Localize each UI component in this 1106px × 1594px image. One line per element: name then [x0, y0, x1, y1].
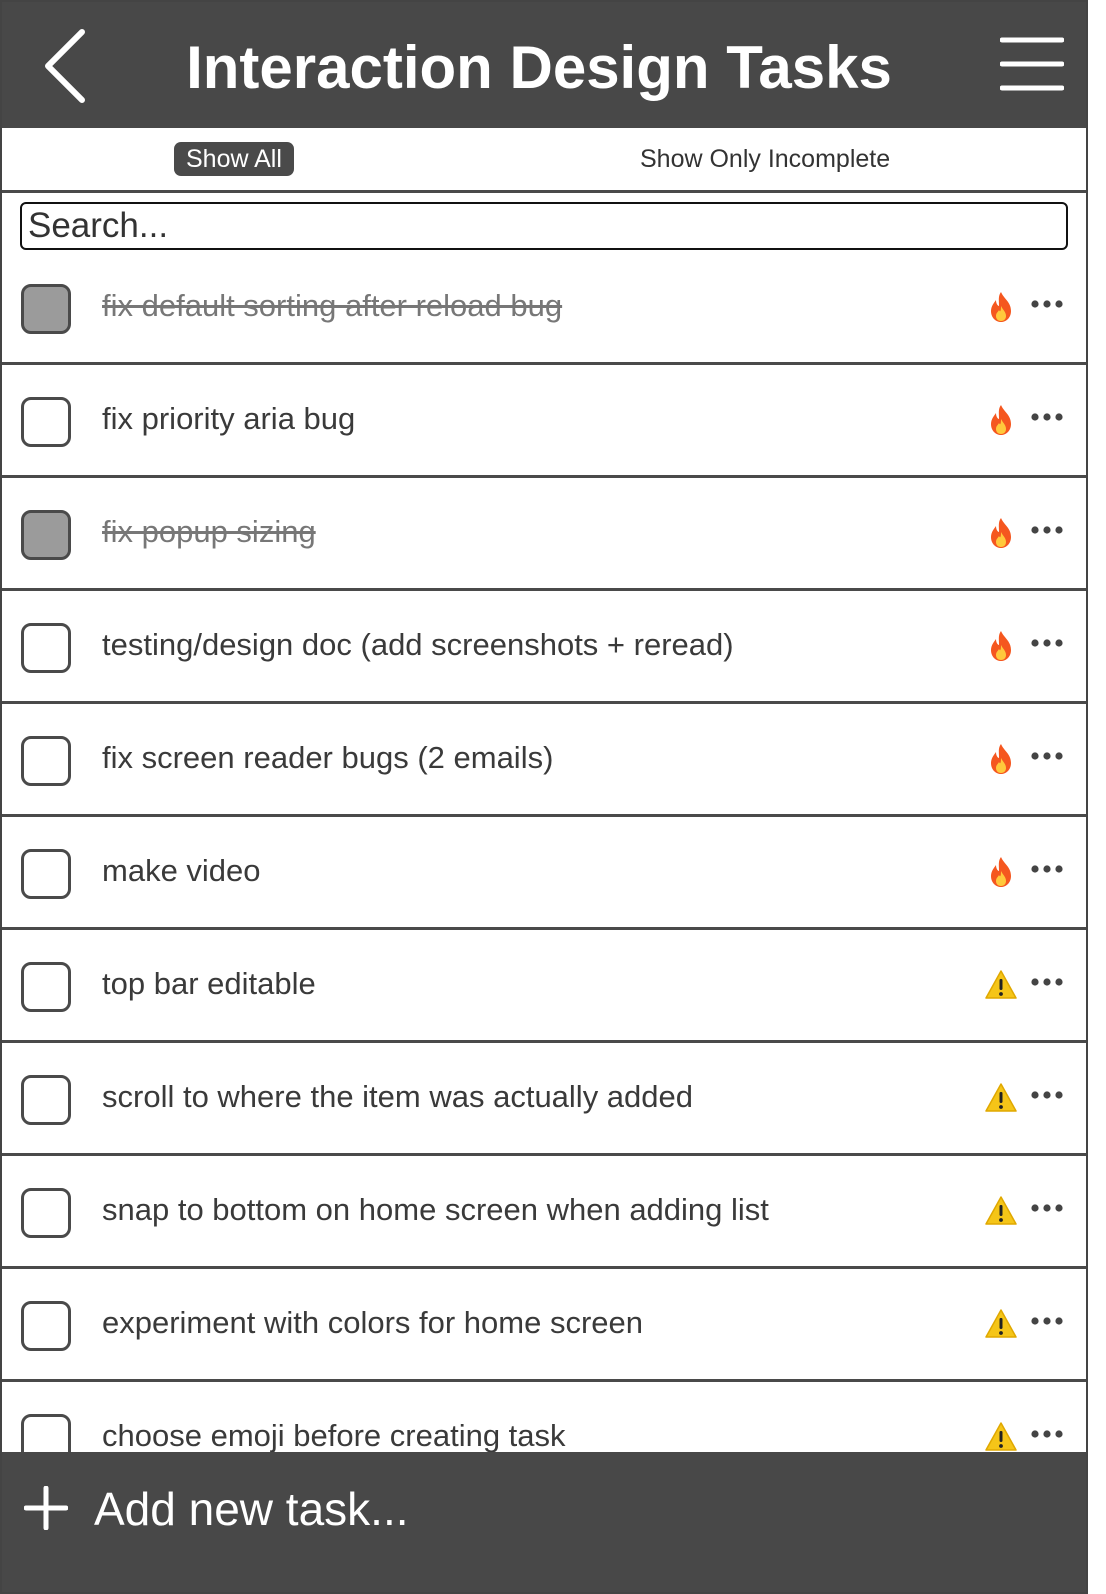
more-options-icon[interactable] — [1030, 1427, 1064, 1441]
add-task-bar[interactable]: Add new task... — [2, 1452, 1086, 1592]
chevron-left-icon[interactable] — [36, 26, 96, 106]
more-options-icon[interactable] — [1030, 1201, 1064, 1215]
more-options-icon[interactable] — [1030, 297, 1064, 311]
task-label: fix popup sizing — [102, 514, 316, 549]
search-input[interactable] — [20, 202, 1068, 250]
more-options-icon[interactable] — [1030, 975, 1064, 989]
task-label: fix priority aria bug — [102, 401, 356, 436]
task-label: fix default sorting after reload bug — [102, 288, 563, 323]
warning-icon[interactable] — [984, 968, 1018, 1002]
task-checkbox[interactable] — [21, 1075, 71, 1125]
task-label: fix screen reader bugs (2 emails) — [102, 740, 554, 775]
task-checkbox[interactable] — [21, 736, 71, 786]
plus-icon — [24, 1486, 68, 1530]
task-row[interactable]: fix priority aria bug — [2, 365, 1086, 478]
task-row[interactable]: testing/design doc (add screenshots + re… — [2, 591, 1086, 704]
app-window: Interaction Design Tasks Show All Show O… — [0, 0, 1088, 1594]
task-checkbox[interactable] — [21, 510, 71, 560]
task-checkbox[interactable] — [21, 849, 71, 899]
warning-icon[interactable] — [984, 1081, 1018, 1115]
fire-icon[interactable] — [984, 516, 1018, 550]
more-options-icon[interactable] — [1030, 523, 1064, 537]
warning-icon[interactable] — [984, 1307, 1018, 1341]
warning-icon[interactable] — [984, 1420, 1018, 1454]
fire-icon[interactable] — [984, 742, 1018, 776]
show-all-button[interactable]: Show All — [174, 142, 294, 176]
show-incomplete-button[interactable]: Show Only Incomplete — [640, 142, 890, 176]
task-row[interactable]: scroll to where the item was actually ad… — [2, 1043, 1086, 1156]
task-row[interactable]: top bar editable — [2, 930, 1086, 1043]
task-label: top bar editable — [102, 966, 316, 1001]
more-options-icon[interactable] — [1030, 1088, 1064, 1102]
warning-icon[interactable] — [984, 1194, 1018, 1228]
more-options-icon[interactable] — [1030, 862, 1064, 876]
task-label: make video — [102, 853, 261, 888]
task-checkbox[interactable] — [21, 623, 71, 673]
task-label: testing/design doc (add screenshots + re… — [102, 627, 734, 662]
task-row[interactable]: experiment with colors for home screen — [2, 1269, 1086, 1382]
fire-icon[interactable] — [984, 403, 1018, 437]
task-label: experiment with colors for home screen — [102, 1305, 644, 1340]
task-checkbox[interactable] — [21, 962, 71, 1012]
more-options-icon[interactable] — [1030, 410, 1064, 424]
hamburger-menu-icon[interactable] — [1000, 36, 1064, 92]
task-row[interactable]: fix default sorting after reload bug — [2, 252, 1086, 365]
fire-icon[interactable] — [984, 629, 1018, 663]
more-options-icon[interactable] — [1030, 1314, 1064, 1328]
task-row[interactable]: snap to bottom on home screen when addin… — [2, 1156, 1086, 1269]
fire-icon[interactable] — [984, 855, 1018, 889]
task-label: snap to bottom on home screen when addin… — [102, 1192, 769, 1227]
task-checkbox[interactable] — [21, 1301, 71, 1351]
task-row[interactable]: make video — [2, 817, 1086, 930]
task-label: scroll to where the item was actually ad… — [102, 1079, 694, 1114]
top-bar: Interaction Design Tasks — [2, 2, 1086, 128]
task-checkbox[interactable] — [21, 397, 71, 447]
filter-bar: Show All Show Only Incomplete — [2, 128, 1086, 193]
task-checkbox[interactable] — [21, 284, 71, 334]
fire-icon[interactable] — [984, 290, 1018, 324]
page-title: Interaction Design Tasks — [186, 34, 892, 101]
task-row[interactable]: fix screen reader bugs (2 emails) — [2, 704, 1086, 817]
task-label: choose emoji before creating task — [102, 1418, 566, 1453]
task-checkbox[interactable] — [21, 1188, 71, 1238]
more-options-icon[interactable] — [1030, 636, 1064, 650]
add-task-label: Add new task... — [94, 1483, 409, 1535]
task-row[interactable]: fix popup sizing — [2, 478, 1086, 591]
more-options-icon[interactable] — [1030, 749, 1064, 763]
